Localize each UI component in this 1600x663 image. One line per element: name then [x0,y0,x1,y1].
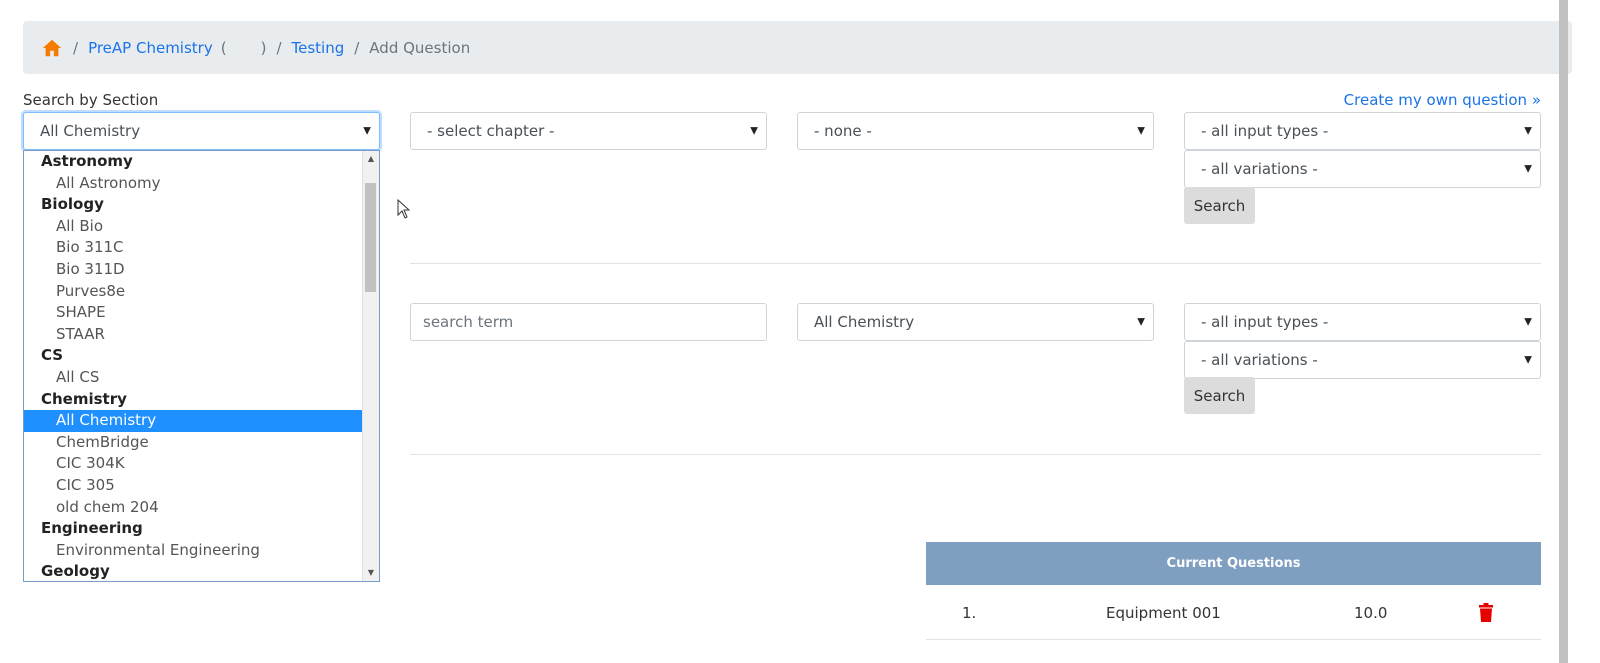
breadcrumb-testing-link[interactable]: Testing [292,39,345,57]
term-section-select-value: All Chemistry [814,313,915,331]
trash-icon[interactable] [1478,585,1494,640]
dropdown-option[interactable]: Bio 311C [24,237,362,259]
dropdown-group-label: Geology [41,562,110,581]
chevron-down-icon: ▼ [1137,125,1145,137]
section-select-value: All Chemistry [40,122,141,140]
create-own-question-link[interactable]: Create my own question » [1344,91,1541,109]
dropdown-option[interactable]: All Bio [24,216,362,238]
dropdown-group-label: Astronomy [41,152,133,170]
term-search-button[interactable]: Search [1184,377,1255,414]
term-input-types-select[interactable]: - all input types - ▼ [1184,303,1541,341]
dropdown-option[interactable]: All CS [24,367,362,389]
dropdown-option[interactable]: old chem 204 [24,497,362,519]
term-section-select[interactable]: All Chemistry ▼ [797,303,1154,341]
scroll-up-icon[interactable]: ▲ [363,151,379,167]
divider [410,263,1541,264]
dropdown-group-label: Chemistry [41,389,127,408]
chevron-down-icon: ▼ [1524,163,1532,175]
table-row: 1. Equipment 001 10.0 [926,585,1541,640]
current-questions-header: Current Questions [926,542,1541,585]
page-scrollbar[interactable] [1559,0,1568,663]
breadcrumb-separator: / [73,38,79,57]
scroll-down-icon[interactable]: ▼ [363,565,379,581]
term-input-types-select-value: - all input types - [1201,313,1329,331]
search-term-placeholder: search term [423,313,514,331]
section-select[interactable]: All Chemistry ▼ [23,112,380,150]
dropdown-group-label: CS [41,346,64,365]
scrollbar-thumb[interactable] [365,183,376,292]
chapter-select-value: - select chapter - [427,122,555,140]
chapter-select[interactable]: - select chapter - ▼ [410,112,767,150]
divider [410,454,1541,455]
breadcrumb-open-paren: ( [220,38,227,57]
dropdown-option[interactable]: Bio 311D [24,259,362,281]
breadcrumb-close-paren: ) [260,38,267,57]
subchapter-select[interactable]: - none - ▼ [797,112,1154,150]
chevron-down-icon: ▼ [1524,354,1532,366]
section-search-button[interactable]: Search [1184,187,1255,224]
chevron-down-icon: ▼ [750,125,758,137]
chevron-down-icon: ▼ [1137,316,1145,328]
question-index: 1. [962,603,977,622]
dropdown-option[interactable]: SHAPE [24,302,362,324]
mouse-cursor-icon [397,199,411,219]
dropdown-option[interactable]: All Chemistry [24,410,362,432]
chevron-down-icon: ▼ [363,125,371,137]
dropdown-option[interactable]: CIC 304K [24,453,362,475]
dropdown-option[interactable]: Environmental Engineering [24,540,362,562]
chevron-down-icon: ▼ [1524,316,1532,328]
chevron-down-icon: ▼ [1524,125,1532,137]
input-types-select[interactable]: - all input types - ▼ [1184,112,1541,150]
term-variations-select-value: - all variations - [1201,351,1318,369]
variations-select-value: - all variations - [1201,160,1318,178]
variations-select[interactable]: - all variations - ▼ [1184,150,1541,188]
breadcrumb-separator: / [354,38,360,57]
question-name: Equipment 001 [1106,603,1221,622]
search-by-section-label: Search by Section [23,91,159,109]
search-term-input[interactable]: search term [410,303,767,341]
dropdown-option[interactable]: STAAR [24,324,362,346]
dropdown-group-label: Engineering [41,519,143,538]
subchapter-select-value: - none - [814,122,872,140]
term-variations-select[interactable]: - all variations - ▼ [1184,341,1541,379]
dropdown-option[interactable]: All Astronomy [24,173,362,195]
breadcrumb-current: Add Question [369,38,471,57]
breadcrumb: / PreAP Chemistry ( ) / Testing / Add Qu… [23,21,1572,74]
breadcrumb-course-link[interactable]: PreAP Chemistry [88,39,213,57]
dropdown-options: Astronomy All Astronomy Biology All Bio Bio … [24,151,362,581]
dropdown-scrollbar[interactable]: ▲ ▼ [362,151,379,581]
dropdown-option[interactable]: ChemBridge [24,432,362,454]
dropdown-group-label: Biology [41,195,104,214]
dropdown-option[interactable]: CIC 305 [24,475,362,497]
input-types-select-value: - all input types - [1201,122,1329,140]
breadcrumb-separator: / [276,38,282,57]
section-dropdown-list[interactable]: Astronomy All Astronomy Biology All Bio Bio … [23,150,380,582]
dropdown-option[interactable]: Purves8e [24,281,362,303]
question-points: 10.0 [1354,603,1388,622]
home-icon[interactable] [41,37,63,59]
